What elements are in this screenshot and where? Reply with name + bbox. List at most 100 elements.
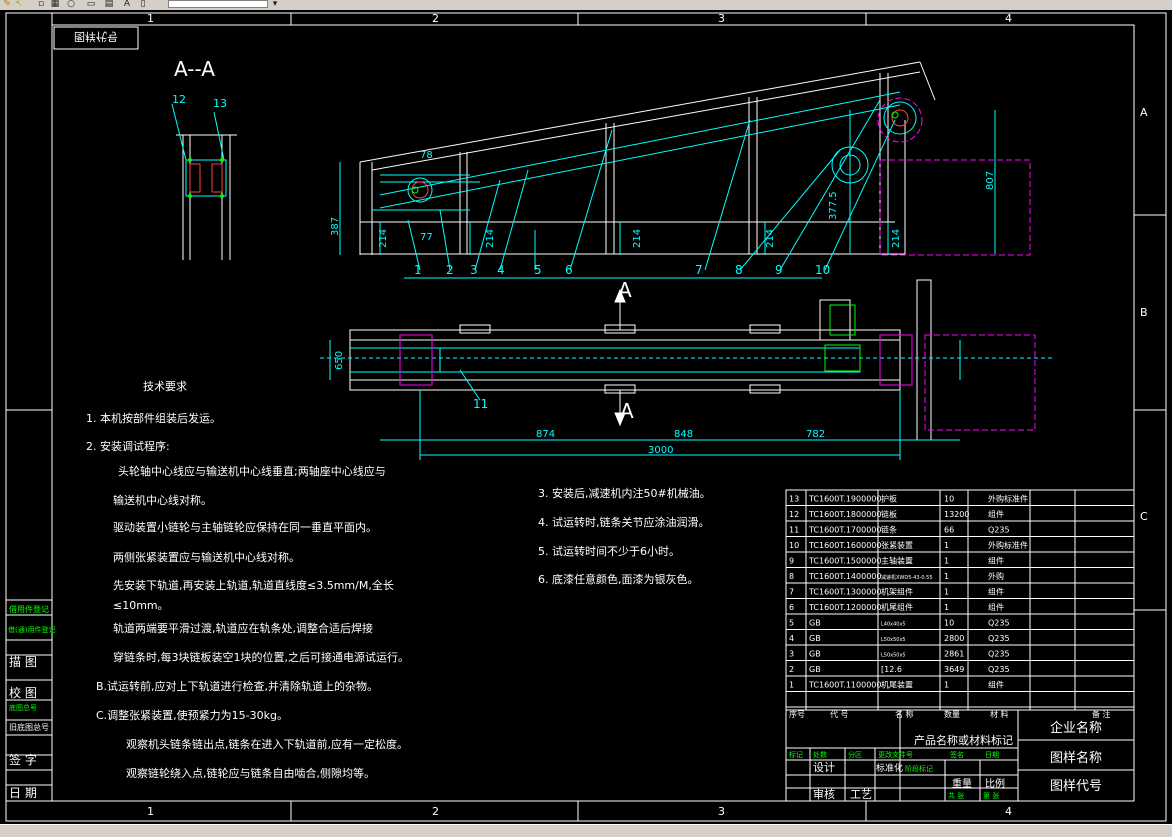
dim-650: 650 <box>334 351 345 370</box>
bom-cell: 1 <box>944 681 949 690</box>
bom-cell: TC1600T.1300000 <box>808 588 881 597</box>
strip-date: 日 期 <box>9 786 37 800</box>
row-label-a: A <box>1140 106 1148 119</box>
tb-stage: 阶段标记 <box>905 764 933 773</box>
bom-cell: 13 <box>789 495 799 504</box>
col-label-4b: 4 <box>1005 805 1012 818</box>
left-strip: 借用件登记 借(通)用件登记 描 图 校 图 底图总号 旧底图总号 签 字 日 … <box>5 599 55 802</box>
bom-cell: 组件 <box>988 509 1004 519</box>
grid-square-icon[interactable]: ▦ <box>50 0 60 9</box>
pencil-icon[interactable]: ✎ <box>2 0 12 9</box>
bom-cell: GB <box>809 650 821 659</box>
strip-borrow: 借用件登记 <box>9 604 49 614</box>
bom-cell: 机架组件 <box>881 587 913 597</box>
bom-table: 13 TC1600T.1900000 护板 10 外购标准件12 TC1600T.1800… <box>785 489 1135 719</box>
dim-214-a: 214 <box>378 229 389 248</box>
row-label-c: C <box>1140 510 1148 523</box>
bom-cell: 12 <box>789 510 799 519</box>
frame-col-labels: 1 2 3 4 1 2 3 4 A B C <box>147 12 1148 818</box>
frame-icon[interactable]: ▭ <box>86 0 96 9</box>
bom-cell: 组件 <box>988 680 1004 690</box>
tech-line-6: 两侧张紧装置应与输送机中心线对称。 <box>113 550 300 564</box>
layer-dropdown-icon[interactable]: ▾ <box>270 0 280 9</box>
dim-77: 77 <box>420 232 433 243</box>
bom-cell: 9 <box>789 557 794 566</box>
bom-cell: 10 <box>789 541 799 550</box>
dim-387: 387 <box>330 217 341 236</box>
bom-cell: 8 <box>789 572 794 581</box>
col-label-1: 1 <box>147 12 154 25</box>
dim-214-e: 214 <box>891 229 902 248</box>
bom-cell: 机尾组件 <box>881 602 913 612</box>
tb-sheet-total: 共 张 <box>948 791 964 800</box>
bom-cell: 7 <box>789 588 794 597</box>
bom-cell: 外购标准件 <box>988 494 1028 504</box>
balloon-3: 3 <box>470 263 478 277</box>
strip-general: 借(通)用件登记 <box>8 625 55 634</box>
elevation-dims: 78 77 387 214 214 214 214 214 377.5 807 <box>330 150 996 248</box>
bom-cell: 10 <box>944 619 954 628</box>
circle-icon[interactable]: ○ <box>66 0 76 9</box>
col-label-3b: 3 <box>718 805 725 818</box>
dim-782: 782 <box>806 429 825 440</box>
bom-cell: L40x40x5 <box>881 622 906 628</box>
tech-line-r3: 5. 试运转时间不少于6小时。 <box>538 544 680 558</box>
bom-cell: 6 <box>789 603 794 612</box>
strip-sign: 签 字 <box>9 752 37 767</box>
col-label-2b: 2 <box>432 805 439 818</box>
small-square-icon[interactable]: ▫ <box>36 0 46 9</box>
plan-view: A A 11 650 874 848 782 3000 <box>320 278 1055 460</box>
bom-cell: 3 <box>789 650 794 659</box>
rectangle-icon[interactable]: ▯ <box>138 0 148 9</box>
tb-design: 设计 <box>813 761 835 774</box>
text-icon[interactable]: A <box>122 0 132 9</box>
mirror-title-box: 图样代号 <box>53 26 139 50</box>
tb-sign: 签名 <box>950 750 964 759</box>
bom-cell: 2861 <box>944 650 964 659</box>
section-view: A--A 12 13 <box>171 57 237 260</box>
status-bar <box>0 824 1172 837</box>
col-label-2: 2 <box>432 12 439 25</box>
grid-icon[interactable]: ▤ <box>104 0 114 9</box>
tech-line-2: 2. 安装调试程序: <box>86 439 170 453</box>
tech-heading: 技术要求 <box>143 380 187 393</box>
bom-cell: 1 <box>789 681 794 690</box>
yellow-arrow-icon[interactable]: ↖ <box>14 0 24 9</box>
bom-cell: 3649 <box>944 665 964 674</box>
tech-line-12: C.调整张紧装置,使预紧力为15-30kg。 <box>96 708 288 722</box>
tech-line-9: 轨道两端要平滑过渡,轨道应在轨条处,调整合适后焊接 <box>113 621 373 635</box>
tech-line-14: 观察链轮绕入点,链轮应与链条自由啮合,侧隙均等。 <box>126 766 375 780</box>
dim-848: 848 <box>674 429 693 440</box>
bom-cell: 1 <box>944 588 949 597</box>
bom-cell: 组件 <box>988 587 1004 597</box>
bom-cell: 1 <box>944 557 949 566</box>
dim-377: 377.5 <box>828 191 839 220</box>
section-mark-top: A <box>618 278 632 302</box>
col-label-4: 4 <box>1005 12 1012 25</box>
bom-cell: 1 <box>944 572 949 581</box>
col-label-1b: 1 <box>147 805 154 818</box>
tb-zone: 分区 <box>848 750 862 759</box>
bom-cell: Q235 <box>988 650 1010 659</box>
bom-cell: GB <box>809 634 821 643</box>
balloon-6: 6 <box>565 263 573 277</box>
dim-214-b: 214 <box>485 229 496 248</box>
bom-cell: GB <box>809 665 821 674</box>
tech-line-r2: 4. 试运转时,链条关节应涂油润滑。 <box>538 515 710 529</box>
dim-807: 807 <box>985 171 996 190</box>
bom-cell: 组件 <box>988 602 1004 612</box>
tb-standard: 标准化 <box>876 762 903 774</box>
balloon-11: 11 <box>473 397 488 411</box>
dim-3000: 3000 <box>648 445 673 456</box>
strip-proof: 校 图 <box>9 685 37 700</box>
bom-cell: L50x50x5 <box>881 637 906 643</box>
layer-dropdown[interactable] <box>168 0 268 8</box>
tech-line-r1: 3. 安装后,减速机内注50#机械油。 <box>538 486 711 500</box>
bom-cell: 5 <box>789 619 794 628</box>
elevation-balloons: 1 2 3 4 5 6 7 8 9 10 <box>414 263 830 277</box>
drawing-canvas[interactable]: 1 2 3 4 1 2 3 4 A B C 图样代号 A--A 12 13 78… <box>0 10 1172 824</box>
bom-cell: 减速机XWD5-43-0.55 <box>881 574 933 581</box>
tb-change: 更改文件号 <box>878 750 913 759</box>
tb-mark: 标记 <box>789 750 803 759</box>
bom-cell: 13200 <box>944 510 969 519</box>
